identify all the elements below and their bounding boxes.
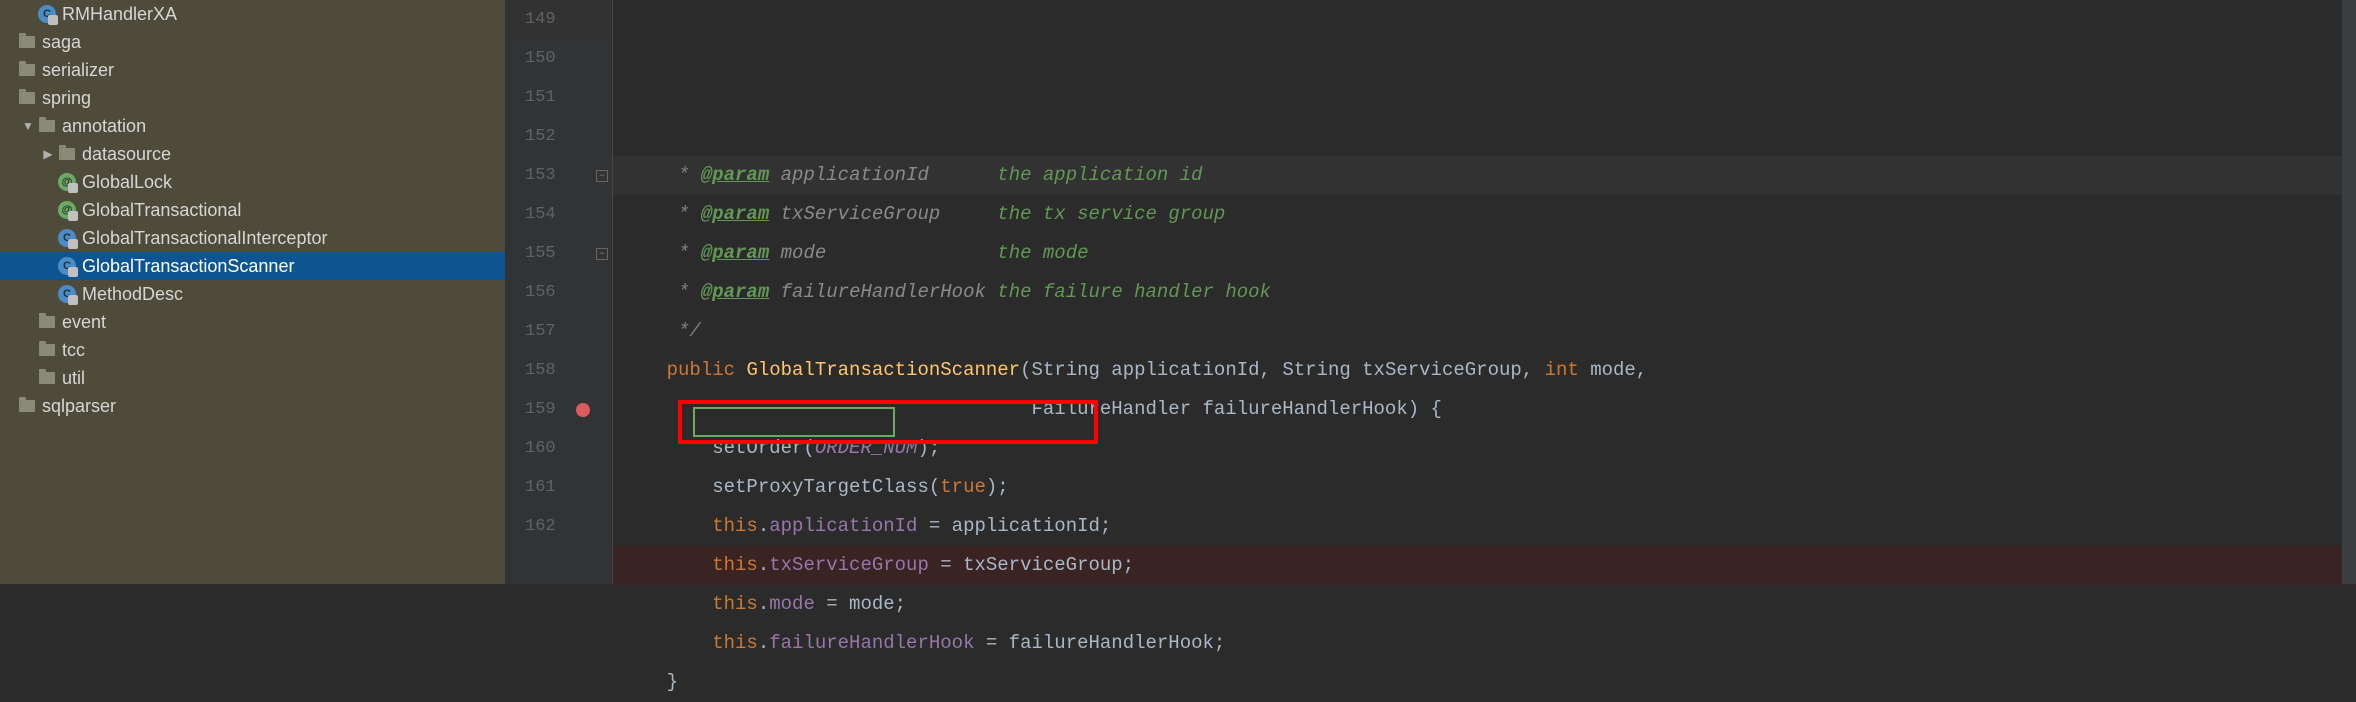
tree-arrow-icon[interactable] <box>40 287 56 301</box>
tree-arrow-icon[interactable] <box>40 231 56 245</box>
tree-item-label: GlobalLock <box>82 172 172 193</box>
breakpoint-icon[interactable] <box>576 403 590 417</box>
code-line[interactable]: FailureHandler failureHandlerHook) { <box>613 390 2356 429</box>
tree-item-util[interactable]: util <box>0 364 505 392</box>
tree-arrow-icon[interactable] <box>0 63 16 77</box>
tree-item-saga[interactable]: saga <box>0 28 505 56</box>
folder-icon <box>16 400 38 412</box>
code-line[interactable]: setProxyTargetClass(true); <box>613 468 2356 507</box>
gutter-line[interactable]: 157 <box>505 312 612 351</box>
scrollbar[interactable] <box>2342 0 2356 584</box>
tree-arrow-icon[interactable] <box>40 175 56 189</box>
project-tree[interactable]: CRMHandlerXA saga serializer spring▼anno… <box>0 0 505 584</box>
tree-arrow-icon[interactable]: ▶ <box>40 147 56 161</box>
tree-item-datasource[interactable]: ▶ datasource <box>0 140 505 168</box>
code-area[interactable]: * @param applicationId the application i… <box>613 0 2356 584</box>
tree-arrow-icon[interactable]: ▼ <box>20 119 36 133</box>
tree-arrow-icon[interactable] <box>20 7 36 21</box>
class-icon: C <box>56 257 78 275</box>
tree-item-label: util <box>62 368 85 389</box>
gutter-line[interactable]: 155− <box>505 234 612 273</box>
gutter-line[interactable]: 150 <box>505 39 612 78</box>
code-line[interactable]: * @param failureHandlerHook the failure … <box>613 273 2356 312</box>
code-line[interactable]: this.txServiceGroup = txServiceGroup; <box>613 546 2356 585</box>
tree-item-label: GlobalTransactionScanner <box>82 256 294 277</box>
gutter[interactable]: 149150151152153−154155−15615715815916016… <box>505 0 613 584</box>
tree-item-label: tcc <box>62 340 85 361</box>
gutter-line[interactable]: 158 <box>505 351 612 390</box>
tree-item-event[interactable]: event <box>0 308 505 336</box>
tree-arrow-icon[interactable] <box>20 343 36 357</box>
code-line[interactable]: public GlobalTransactionScanner(String a… <box>613 351 2356 390</box>
code-line[interactable]: */ <box>613 312 2356 351</box>
class-icon: C <box>36 5 58 23</box>
fold-icon[interactable]: − <box>596 248 608 260</box>
code-line[interactable]: * @param mode the mode <box>613 234 2356 273</box>
folder-icon <box>56 148 78 160</box>
tree-item-label: annotation <box>62 116 146 137</box>
tree-item-serializer[interactable]: serializer <box>0 56 505 84</box>
gutter-line[interactable]: 152 <box>505 117 612 156</box>
tree-item-label: MethodDesc <box>82 284 183 305</box>
gutter-line[interactable]: 154 <box>505 195 612 234</box>
tree-item-annotation[interactable]: ▼ annotation <box>0 112 505 140</box>
gutter-line[interactable]: 162 <box>505 507 612 546</box>
tree-item-globaltransactional[interactable]: @GlobalTransactional <box>0 196 505 224</box>
tree-arrow-icon[interactable] <box>20 315 36 329</box>
folder-icon <box>36 120 58 132</box>
code-line[interactable]: this.applicationId = applicationId; <box>613 507 2356 546</box>
tree-item-rmhandlerxa[interactable]: CRMHandlerXA <box>0 0 505 28</box>
tree-item-label: GlobalTransactional <box>82 200 241 221</box>
folder-icon <box>16 36 38 48</box>
tree-arrow-icon[interactable] <box>0 91 16 105</box>
annotation-icon: @ <box>56 173 78 191</box>
gutter-line[interactable]: 159 <box>505 390 612 429</box>
folder-icon <box>16 64 38 76</box>
code-line[interactable]: this.failureHandlerHook = failureHandler… <box>613 624 2356 663</box>
tree-item-spring[interactable]: spring <box>0 84 505 112</box>
gutter-line[interactable]: 161 <box>505 468 612 507</box>
code-line[interactable]: this.mode = mode; <box>613 585 2356 624</box>
code-line[interactable]: * @param applicationId the application i… <box>613 156 2356 195</box>
folder-icon <box>36 344 58 356</box>
gutter-line[interactable]: 149 <box>505 0 612 39</box>
folder-icon <box>36 316 58 328</box>
tree-arrow-icon[interactable] <box>0 35 16 49</box>
gutter-line[interactable]: 160 <box>505 429 612 468</box>
code-line[interactable]: } <box>613 663 2356 702</box>
tree-item-label: GlobalTransactionalInterceptor <box>82 228 327 249</box>
tree-arrow-icon[interactable] <box>40 203 56 217</box>
class-icon: C <box>56 229 78 247</box>
code-line[interactable]: setOrder(ORDER_NUM); <box>613 429 2356 468</box>
tree-arrow-icon[interactable] <box>40 259 56 273</box>
folder-icon <box>16 92 38 104</box>
gutter-line[interactable]: 151 <box>505 78 612 117</box>
tree-item-label: sqlparser <box>42 396 116 417</box>
tree-item-globaltransactionalinterceptor[interactable]: CGlobalTransactionalInterceptor <box>0 224 505 252</box>
tree-item-globaltransactionscanner[interactable]: CGlobalTransactionScanner <box>0 252 505 280</box>
tree-item-label: spring <box>42 88 91 109</box>
gutter-line[interactable]: 153− <box>505 156 612 195</box>
folder-icon <box>36 372 58 384</box>
code-line[interactable]: * @param txServiceGroup the tx service g… <box>613 195 2356 234</box>
tree-item-tcc[interactable]: tcc <box>0 336 505 364</box>
gutter-line[interactable]: 156 <box>505 273 612 312</box>
tree-item-label: RMHandlerXA <box>62 4 177 25</box>
tree-item-globallock[interactable]: @GlobalLock <box>0 168 505 196</box>
class-icon: C <box>56 285 78 303</box>
tree-arrow-icon[interactable] <box>20 371 36 385</box>
tree-item-methoddesc[interactable]: CMethodDesc <box>0 280 505 308</box>
tree-arrow-icon[interactable] <box>0 399 16 413</box>
annotation-icon: @ <box>56 201 78 219</box>
fold-icon[interactable]: − <box>596 170 608 182</box>
editor[interactable]: 149150151152153−154155−15615715815916016… <box>505 0 2356 584</box>
tree-item-sqlparser[interactable]: sqlparser <box>0 392 505 420</box>
tree-item-label: serializer <box>42 60 114 81</box>
tree-item-label: event <box>62 312 106 333</box>
tree-item-label: datasource <box>82 144 171 165</box>
tree-item-label: saga <box>42 32 81 53</box>
